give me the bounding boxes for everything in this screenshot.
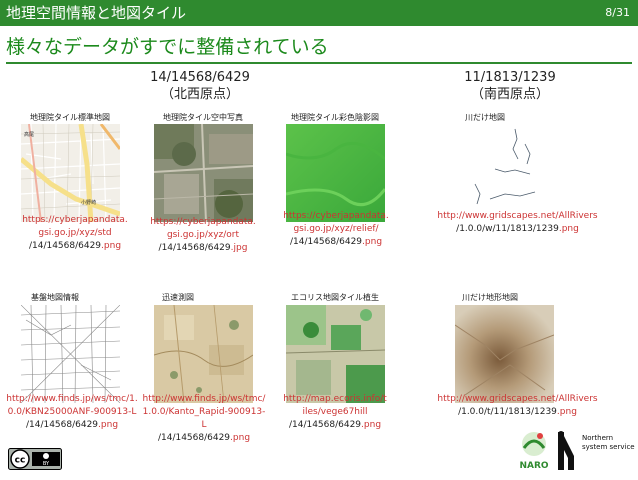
url-ext: .png <box>361 420 382 430</box>
url-path: /14/14568/6429 <box>289 237 363 247</box>
url-line-2: gsi.go.jp/xyz/std <box>38 228 112 238</box>
tile-vegetation-map <box>286 305 385 403</box>
tile-url-rapid: http://www.finds.jp/ws/tmc/ 1.0.0/Kanto_… <box>142 393 266 445</box>
tile-url-ecoris: http://map.ecoris.info/t iles/vege67hill… <box>279 393 391 432</box>
tile-url-rivers: http://www.gridscapes.net/AllRivers /1.0… <box>430 210 605 236</box>
group-left-header: 14/14568/6429 （北西原点） <box>130 69 270 103</box>
cc-by-text: BY <box>43 461 50 467</box>
tile-rivers-map <box>455 124 554 222</box>
url-ext: .png <box>98 420 119 430</box>
url-line-1: https://cyberjapandata. <box>22 215 128 225</box>
tile-caption-std: 地理院タイル標準地図 <box>30 113 110 122</box>
url-ext: .png <box>558 224 579 234</box>
url-path: /14/14568/6429 <box>158 243 231 253</box>
tile-url-ort: https://cyberjapandata. gsi.go.jp/xyz/or… <box>148 216 258 255</box>
group-right-header: 11/1813/1239 （南西原点） <box>440 69 580 103</box>
cc-by-license-badge: cc BY <box>8 448 62 470</box>
slide-heading: 様々なデータがすでに整備されている <box>6 36 329 58</box>
group-right-coords: 11/1813/1239 <box>464 70 556 85</box>
url-line-2: iles/vege67hill <box>302 407 368 417</box>
url-line-1: http://map.ecoris.info/t <box>283 394 387 404</box>
org-logos: NARO Northern system service <box>514 426 636 476</box>
tile-url-std: https://cyberjapandata. gsi.go.jp/xyz/st… <box>20 214 130 253</box>
tile-caption-relief: 地理院タイル彩色陰影図 <box>291 113 379 122</box>
naro-logo: NARO <box>519 432 549 471</box>
url-ext: .png <box>230 433 251 443</box>
group-left-origin: （北西原点） <box>160 87 239 102</box>
url-line-1: http://www.finds.jp/ws/tmc/ <box>142 394 266 404</box>
url-line-2: 0.0/KBN25000ANF-900913-L <box>7 407 137 417</box>
url-path: /14/14568/6429 <box>28 241 102 251</box>
cc-text: cc <box>15 456 26 466</box>
tile-caption-kiban: 基盤地図情報 <box>31 293 79 302</box>
northern-system-service-logo: Northern system service <box>558 431 635 470</box>
tile-rapid-survey <box>154 305 253 403</box>
url-line-2: gsi.go.jp/xyz/ort <box>166 230 240 240</box>
url-path: /1.0.0/t/11/1813/1239 <box>458 407 557 417</box>
url-ext: .png <box>362 237 383 247</box>
url-path: /14/14568/6429 <box>288 420 362 430</box>
url-ext: .png <box>556 407 577 417</box>
tile-url-terrain: http://www.gridscapes.net/AllRivers /1.0… <box>430 393 605 419</box>
url-line-1: http://www.finds.jp/ws/tmc/1. <box>6 394 138 404</box>
url-line-1: http://www.gridscapes.net/AllRivers <box>437 211 598 221</box>
group-right-origin: （南西原点） <box>470 87 549 102</box>
url-ext: .png <box>101 241 122 251</box>
url-line-2: gsi.go.jp/xyz/relief/ <box>293 224 379 234</box>
url-path: /14/14568/6429 <box>25 420 99 430</box>
url-path: /14/14568/6429 <box>157 433 231 443</box>
tile-caption-rivers: 川だけ地図 <box>465 113 505 122</box>
tile-base-map <box>21 305 120 403</box>
std-map-label-2: 小野崎 <box>81 199 96 206</box>
std-map-label-1: 高尾 <box>24 131 34 138</box>
url-path: /1.0.0/w/11/1813/1239 <box>456 224 559 234</box>
tile-caption-rapid: 迅速測図 <box>162 293 194 302</box>
tile-url-kiban: http://www.finds.jp/ws/tmc/1. 0.0/KBN250… <box>6 393 138 432</box>
page-number: 8/31 <box>605 6 630 19</box>
url-line-2: 1.0.0/Kanto_Rapid-900913-L <box>142 407 266 430</box>
url-line-1: https://cyberjapandata. <box>150 217 256 227</box>
tile-terrain-map <box>455 305 554 403</box>
url-line-1: http://www.gridscapes.net/AllRivers <box>437 394 598 404</box>
url-ext: .jpg <box>230 243 248 253</box>
tile-caption-ecoris: エコリス地図タイル植生 <box>291 293 379 302</box>
title-bar: 地理空間情報と地図タイル 8/31 <box>0 0 638 26</box>
group-left-coords: 14/14568/6429 <box>150 70 250 85</box>
ns-text-2: system service <box>582 443 635 451</box>
tile-std-map: 高尾 小野崎 <box>21 124 120 222</box>
tile-caption-ort: 地理院タイル空中写真 <box>163 113 243 122</box>
heading-underline <box>6 62 632 64</box>
tile-aerial-photo <box>154 124 253 222</box>
naro-text: NARO <box>519 461 548 471</box>
ns-text-1: Northern <box>582 434 613 442</box>
tile-url-relief: https://cyberjapandata. gsi.go.jp/xyz/re… <box>280 210 392 249</box>
tile-relief-map <box>286 124 385 222</box>
tile-caption-terrain: 川だけ地形地図 <box>462 293 518 302</box>
url-line-1: https://cyberjapandata. <box>283 211 389 221</box>
slide-title: 地理空間情報と地図タイル <box>6 4 187 22</box>
